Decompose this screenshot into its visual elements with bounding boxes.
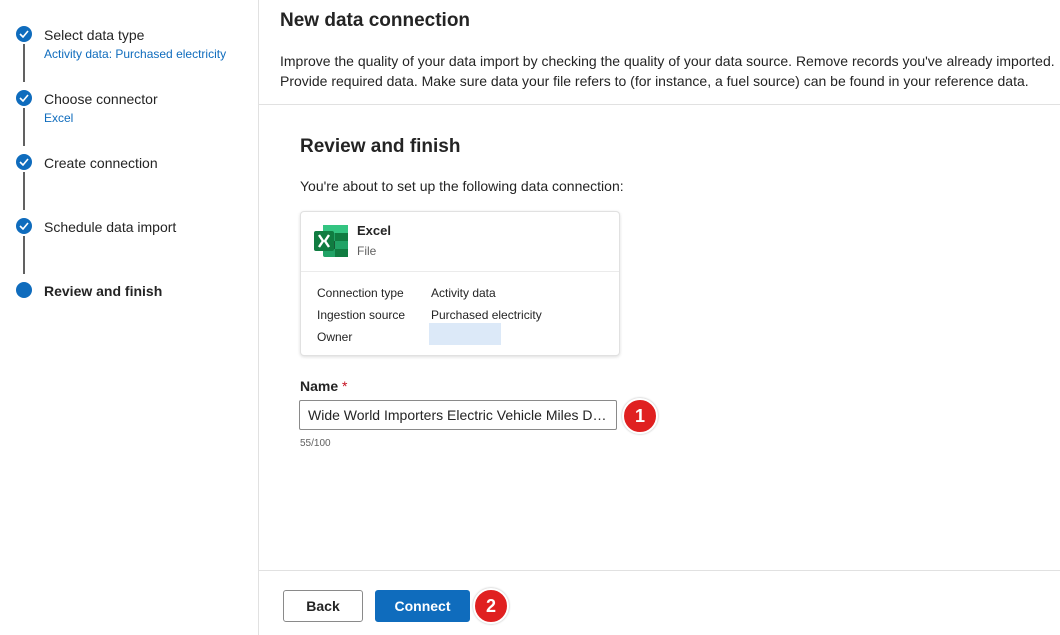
wizard-stepper: Select data type Activity data: Purchase…	[0, 0, 259, 635]
section-title: Review and finish	[300, 136, 461, 157]
step-connector	[23, 236, 25, 274]
step-connector	[23, 44, 25, 82]
header-divider	[259, 104, 1060, 105]
connector-name: Excel	[357, 223, 391, 238]
character-counter: 55/100	[300, 438, 331, 449]
check-icon	[16, 90, 32, 106]
owner-value-redacted	[429, 323, 501, 345]
back-button[interactable]: Back	[283, 590, 363, 622]
card-divider	[301, 271, 619, 272]
connect-button[interactable]: Connect	[375, 590, 470, 622]
detail-label: Connection type	[317, 286, 404, 300]
detail-label: Owner	[317, 330, 353, 344]
required-asterisk: *	[342, 378, 348, 394]
description-line: Improve the quality of your data import …	[280, 53, 1055, 69]
step-title: Create connection	[44, 155, 158, 171]
step-subtitle: Excel	[44, 111, 74, 125]
step-title: Schedule data import	[44, 219, 177, 235]
check-icon	[16, 26, 32, 42]
name-label-text: Name	[300, 378, 339, 394]
step-connector	[23, 172, 25, 210]
step-title: Review and finish	[44, 283, 163, 299]
section-intro: You're about to set up the following dat…	[300, 178, 624, 194]
step-title: Choose connector	[44, 91, 158, 107]
page-description: Improve the quality of your data import …	[280, 51, 1060, 91]
step-subtitle: Activity data: Purchased electricity	[44, 47, 227, 61]
step-connector	[23, 108, 25, 146]
connector-type: File	[357, 244, 377, 258]
name-input[interactable]: Wide World Importers Electric Vehicle Mi…	[299, 400, 617, 430]
check-icon	[16, 154, 32, 170]
name-field-label: Name *	[300, 378, 347, 394]
connection-summary-card: Excel File Connection type Activity data…	[300, 211, 620, 356]
detail-value: Purchased electricity	[431, 308, 542, 322]
callout-badge-1: 1	[622, 398, 658, 434]
check-icon	[16, 218, 32, 234]
footer-divider	[259, 570, 1060, 571]
step-title: Select data type	[44, 27, 145, 43]
page-title: New data connection	[280, 10, 471, 31]
detail-value: Activity data	[431, 286, 496, 300]
description-line: Provide required data. Make sure data yo…	[280, 73, 1029, 89]
current-step-dot-icon	[16, 282, 32, 298]
detail-label: Ingestion source	[317, 308, 406, 322]
callout-badge-2: 2	[473, 588, 509, 624]
excel-icon	[313, 224, 349, 263]
